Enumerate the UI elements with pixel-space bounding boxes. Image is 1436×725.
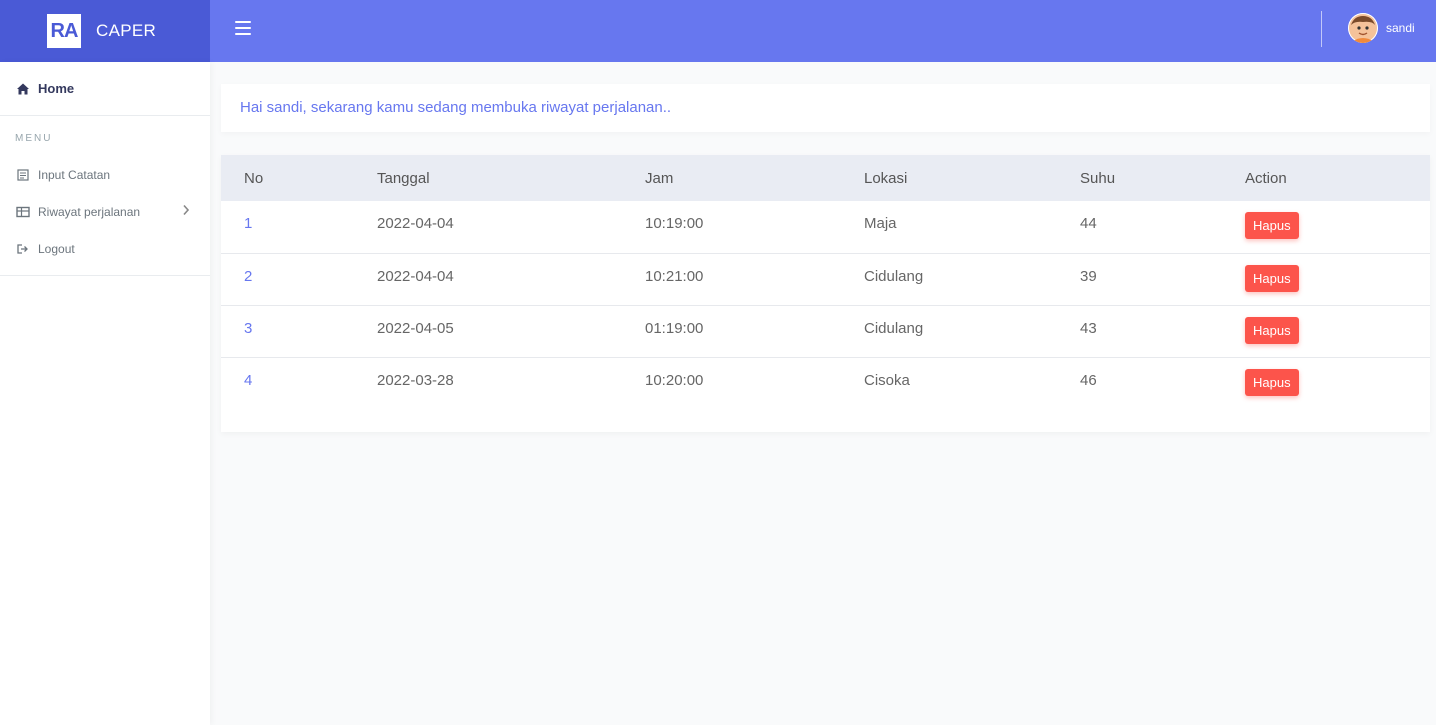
- avatar: [1348, 13, 1378, 43]
- cell-suhu: 46: [1080, 371, 1097, 389]
- user-name: sandi: [1386, 21, 1415, 35]
- sidebar-home-label: Home: [38, 81, 75, 96]
- hapus-button[interactable]: Hapus: [1245, 212, 1299, 239]
- hapus-button[interactable]: Hapus: [1245, 368, 1299, 396]
- cell-suhu: 43: [1080, 319, 1097, 337]
- sidebar: Home MENU Input Catatan Riwayat perjalan…: [0, 62, 210, 725]
- sidebar-item-input-catatan[interactable]: Input Catatan: [0, 156, 210, 193]
- cell-suhu: 44: [1080, 215, 1097, 232]
- sidebar-item-riwayat-perjalanan[interactable]: Riwayat perjalanan: [0, 193, 210, 230]
- table-row: 2 2022-04-04 10:21:00 Cidulang 39 Hapus: [221, 253, 1430, 305]
- cell-suhu: 39: [1080, 267, 1097, 285]
- topbar-divider: [1321, 11, 1322, 47]
- cell-no: 4: [244, 371, 253, 389]
- column-header-suhu: Suhu: [1080, 169, 1116, 187]
- column-header-tanggal: Tanggal: [377, 169, 430, 187]
- column-header-action: Action: [1245, 169, 1287, 187]
- sidebar-item-label: Logout: [38, 241, 75, 256]
- cell-action: Hapus: [1245, 253, 1430, 305]
- cell-tanggal: 2022-04-04: [377, 215, 454, 232]
- table-row: 3 2022-04-05 01:19:00 Cidulang 43 Hapus: [221, 305, 1430, 357]
- cell-no: 2: [244, 267, 253, 285]
- cell-action: Hapus: [1245, 357, 1430, 409]
- sidebar-item-home[interactable]: Home: [0, 62, 210, 116]
- history-table: No Tanggal Jam Lokasi Suhu Action 1 2022…: [221, 155, 1430, 409]
- sidebar-divider: [0, 275, 210, 276]
- sidebar-item-logout[interactable]: Logout: [0, 230, 210, 267]
- logout-icon: [17, 243, 28, 254]
- cell-jam: 10:20:00: [645, 371, 704, 389]
- table-icon: [16, 206, 30, 217]
- home-icon: [17, 83, 29, 94]
- chevron-right-icon: [183, 204, 190, 216]
- cell-action: Hapus: [1245, 201, 1430, 253]
- cell-no: 1: [244, 215, 253, 232]
- note-icon: [17, 168, 29, 181]
- brand[interactable]: RA CAPER: [0, 0, 210, 62]
- cell-lokasi: Maja: [864, 215, 897, 232]
- table-row: 4 2022-03-28 10:20:00 Cisoka 46 Hapus: [221, 357, 1430, 409]
- cell-lokasi: Cidulang: [864, 319, 924, 337]
- brand-logo-text: RA: [50, 19, 79, 42]
- brand-name: CAPER: [96, 21, 157, 40]
- cell-jam: 10:19:00: [645, 215, 704, 232]
- history-table-card: No Tanggal Jam Lokasi Suhu Action 1 2022…: [221, 155, 1430, 432]
- sidebar-menu-header: MENU: [15, 133, 53, 144]
- welcome-message: Hai sandi, sekarang kamu sedang membuka …: [240, 99, 672, 116]
- column-header-lokasi: Lokasi: [864, 169, 908, 187]
- cell-tanggal: 2022-03-28: [377, 371, 454, 389]
- table-row: 1 2022-04-04 10:19:00 Maja 44 Hapus: [221, 201, 1430, 253]
- cell-action: Hapus: [1245, 305, 1430, 357]
- cell-lokasi: Cisoka: [864, 371, 910, 389]
- column-header-jam: Jam: [645, 169, 674, 187]
- brand-logo: RA: [47, 14, 81, 48]
- column-header-no: No: [244, 169, 264, 187]
- cell-tanggal: 2022-04-04: [377, 267, 454, 285]
- hapus-button[interactable]: Hapus: [1245, 316, 1299, 344]
- welcome-card: Hai sandi, sekarang kamu sedang membuka …: [221, 84, 1430, 132]
- table-header-row: No Tanggal Jam Lokasi Suhu Action: [221, 155, 1430, 201]
- hapus-button[interactable]: Hapus: [1245, 264, 1299, 292]
- sidebar-item-label: Riwayat perjalanan: [38, 204, 141, 219]
- topbar: sandi: [210, 0, 1436, 62]
- user-dropdown[interactable]: sandi: [1348, 13, 1415, 43]
- hamburger-menu-icon[interactable]: [235, 21, 251, 35]
- cell-no: 3: [244, 319, 253, 337]
- cell-jam: 10:21:00: [645, 267, 704, 285]
- cell-jam: 01:19:00: [645, 319, 704, 337]
- sidebar-item-label: Input Catatan: [38, 167, 111, 182]
- cell-tanggal: 2022-04-05: [377, 319, 454, 337]
- cell-lokasi: Cidulang: [864, 267, 924, 285]
